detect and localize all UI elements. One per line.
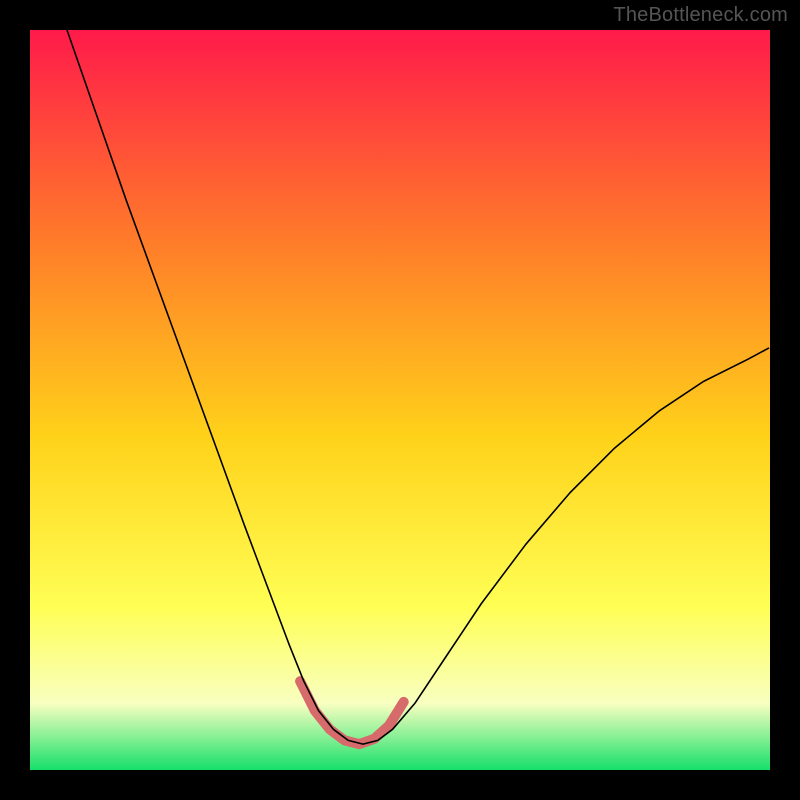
gradient-background (30, 30, 770, 770)
chart-canvas (30, 30, 770, 770)
outer-frame: TheBottleneck.com (0, 0, 800, 800)
plot-area (30, 30, 770, 770)
watermark-text: TheBottleneck.com (613, 4, 788, 27)
